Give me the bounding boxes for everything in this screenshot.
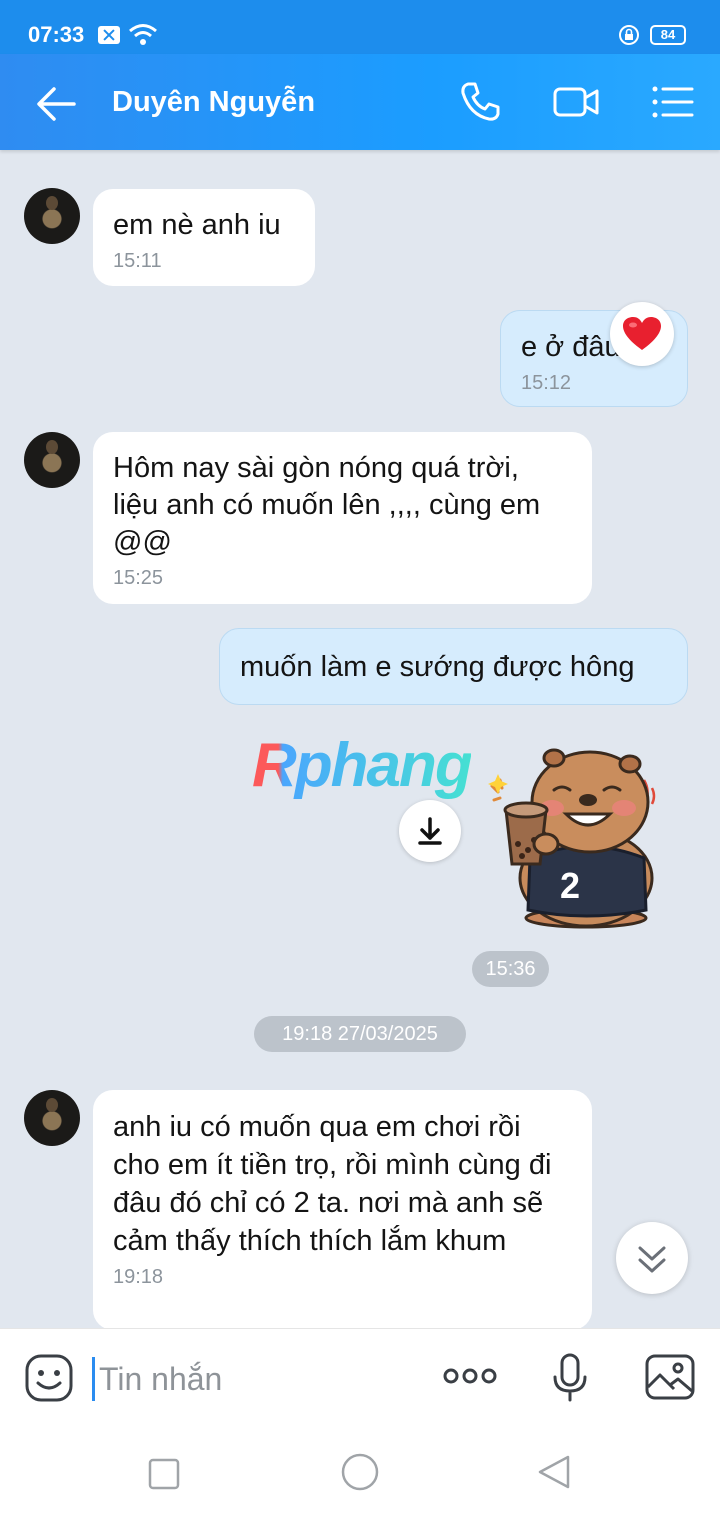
sticker-time-chip: 15:36 <box>472 951 549 987</box>
message-time: 15:25 <box>113 567 164 589</box>
home-icon[interactable] <box>340 1452 380 1492</box>
status-bar: 07:33 84 <box>0 0 720 54</box>
image-gallery-icon[interactable] <box>644 1353 696 1401</box>
microphone-icon[interactable] <box>550 1353 590 1403</box>
chat-header: Duyên Nguyễn <box>0 54 720 150</box>
phone-call-icon[interactable] <box>456 78 504 126</box>
message-bubble-outgoing[interactable]: muốn làm e sướng được hông <box>219 628 688 705</box>
download-icon[interactable] <box>399 800 461 862</box>
wifi-icon <box>129 24 157 45</box>
heart-reaction[interactable] <box>610 302 674 366</box>
scroll-to-bottom-icon[interactable] <box>616 1222 688 1294</box>
contact-avatar[interactable] <box>24 1090 80 1146</box>
message-bubble-incoming[interactable]: Hôm nay sài gòn nóng quá trời, liệu anh … <box>93 432 592 604</box>
contact-name[interactable]: Duyên Nguyễn <box>112 86 315 119</box>
watermark-logo: Rphang <box>252 731 473 800</box>
more-options-icon[interactable] <box>442 1365 498 1387</box>
message-text: muốn làm e sướng được hông <box>240 651 635 683</box>
back-arrow-icon[interactable] <box>34 84 78 124</box>
capybara-sticker[interactable]: 2 <box>486 740 666 930</box>
message-time: 19:18 <box>113 1266 164 1288</box>
message-text: anh iu có muốn qua em chơi rồi cho em ít… <box>113 1111 552 1257</box>
message-bubble-incoming[interactable]: anh iu có muốn qua em chơi rồi cho em ít… <box>93 1090 592 1330</box>
message-bubble-incoming[interactable]: em nè anh iu 15:11 <box>93 189 315 286</box>
system-navigation-bar <box>0 1426 720 1520</box>
nav-back-icon[interactable] <box>536 1454 572 1490</box>
recent-apps-icon[interactable] <box>148 1458 180 1490</box>
heart-icon <box>623 317 661 350</box>
status-time: 07:33 <box>28 22 85 47</box>
message-text: em nè anh iu <box>113 209 281 241</box>
battery-indicator: 84 <box>650 25 686 45</box>
lock-rotation-icon <box>619 25 639 45</box>
date-separator: 19:18 27/03/2025 <box>254 1016 466 1052</box>
contact-avatar[interactable] <box>24 188 80 244</box>
notification-x-icon <box>98 26 120 44</box>
contact-avatar[interactable] <box>24 432 80 488</box>
message-time: 15:11 <box>113 250 162 272</box>
message-input[interactable] <box>92 1357 401 1401</box>
video-call-icon[interactable] <box>552 78 600 126</box>
menu-list-icon[interactable] <box>648 78 696 126</box>
message-composer <box>0 1328 720 1427</box>
emoji-icon[interactable] <box>24 1353 74 1403</box>
message-text: Hôm nay sài gòn nóng quá trời, liệu anh … <box>113 452 541 558</box>
message-time: 15:12 <box>521 372 572 394</box>
sticker-shirt-text: 2 <box>560 865 580 906</box>
